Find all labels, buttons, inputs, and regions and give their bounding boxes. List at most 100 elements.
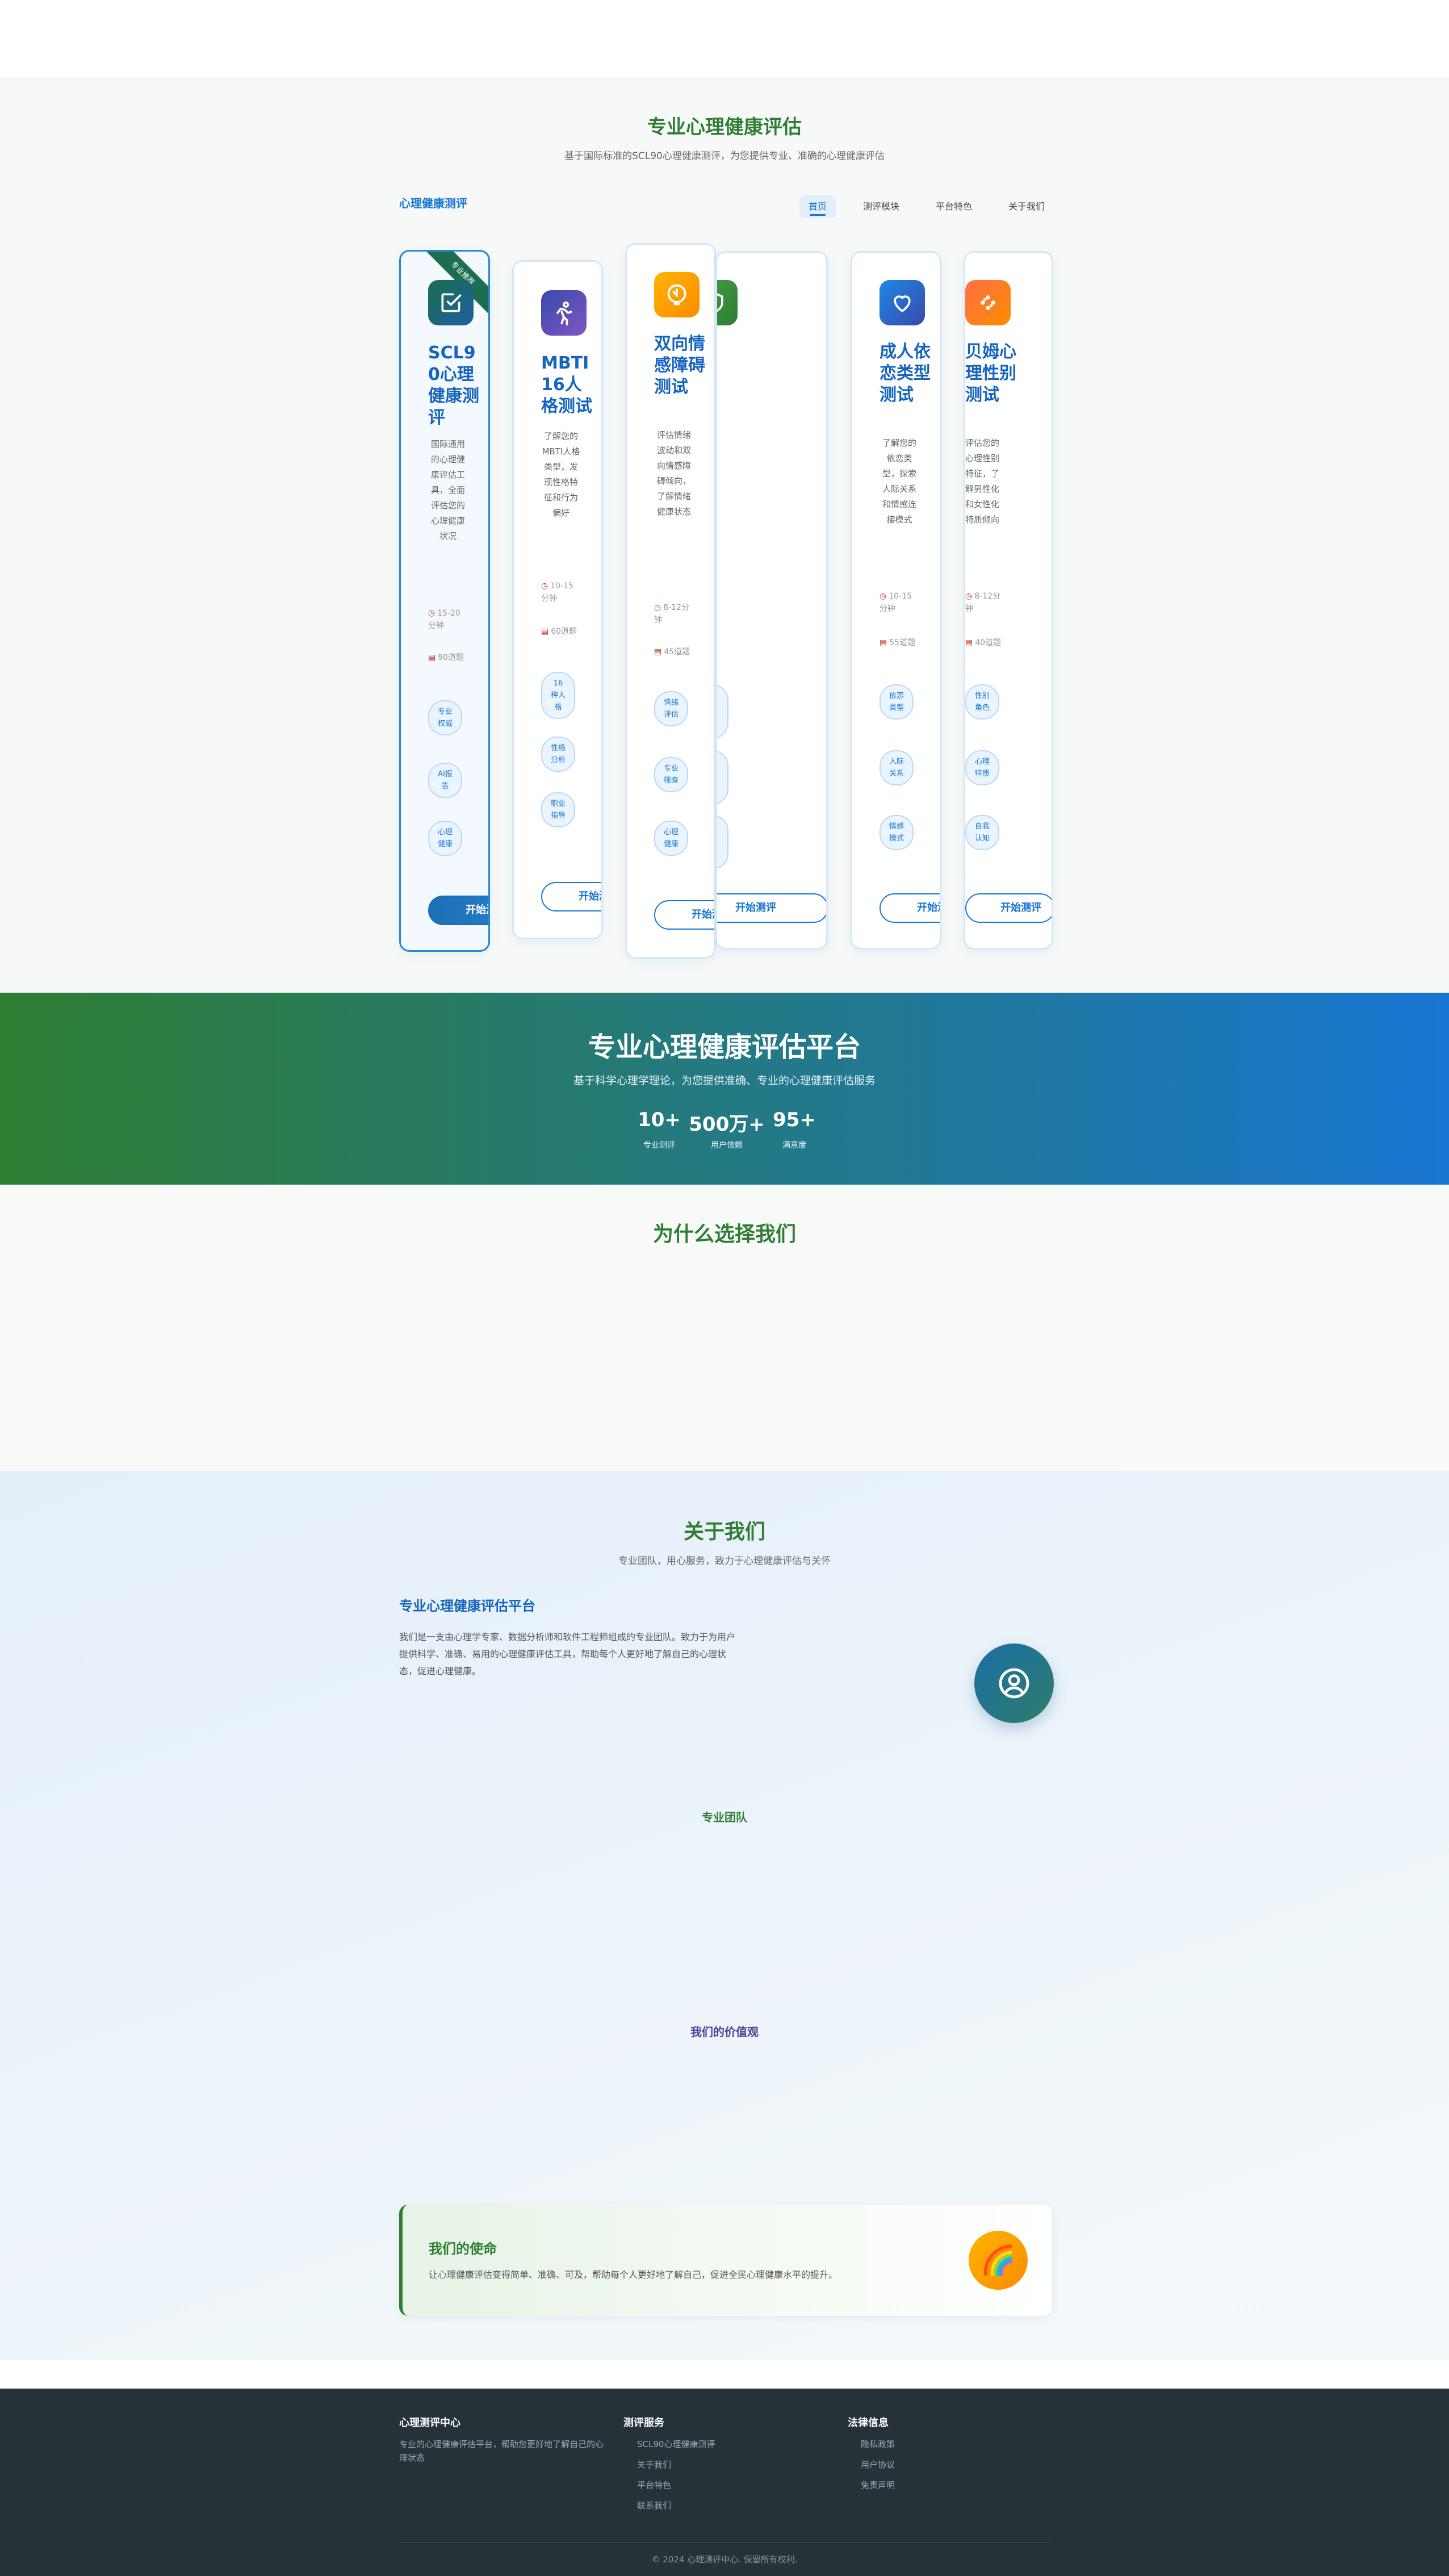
copyright: © 2024 心理测评中心. 保留所有权利.	[651, 2554, 798, 2565]
about-subtitle: 专业团队，用心服务，致力于心理健康评估与关怀	[618, 1555, 831, 1567]
card-tag: 心理健康	[654, 821, 688, 856]
clock-icon: ◷	[654, 603, 661, 612]
stat-label: 满意度	[782, 1141, 806, 1150]
clock-icon: ◷	[880, 592, 887, 601]
heart-icon	[880, 280, 925, 325]
nav-item-features[interactable]: 平台特色	[927, 195, 981, 218]
nav-item-modules[interactable]: 测评模块	[854, 195, 908, 218]
card-tag: 16种人格	[541, 672, 575, 719]
footer-link[interactable]: 隐私政策	[861, 2437, 895, 2451]
platform-banner	[0, 993, 1449, 1185]
card-title: MBTI16人格测试	[541, 353, 592, 416]
card-tag: 专业权威	[428, 700, 462, 735]
test-card-attachment[interactable]: 成人依恋类型测试 了解您的依恋类型，探索人际关系和情感连接模式 ◷ 10-15分钟…	[851, 251, 941, 950]
start-test-button[interactable]: 开始测评	[541, 882, 601, 911]
footer-link[interactable]: 用户协议	[861, 2458, 895, 2472]
banner-subtitle: 基于科学心理学理论，为您提供准确、专业的心理健康评估服务	[573, 1074, 876, 1087]
card-tag: 人际关系	[880, 750, 914, 785]
footer-brand-title: 心理测评中心	[399, 2417, 460, 2429]
sparkle-icon	[965, 280, 1011, 325]
footer-legal-title: 法律信息	[848, 2417, 889, 2429]
card-questions: ▤ 55道题	[880, 637, 919, 649]
document-icon: ▤	[880, 638, 887, 647]
footer-link[interactable]: SCL90心理健康测评	[637, 2437, 715, 2451]
test-card-bipolar[interactable]: 双向情感障碍测试 评估情绪波动和双向情感障碍倾向，了解情绪健康状态 ◷ 8-12分…	[625, 243, 716, 959]
footer-link[interactable]: 联系我们	[637, 2499, 671, 2512]
start-test-button[interactable]: 开始测评	[965, 893, 1052, 923]
start-test-button[interactable]: 开始测评	[654, 900, 714, 930]
top-spacer	[0, 0, 1449, 77]
test-card-bem[interactable]: 贝姆心理性别测试 评估您的心理性别特征，了解男性化和女性化特质倾向 ◷ 8-12分…	[964, 251, 1053, 950]
document-icon: ▤	[541, 627, 549, 636]
mission-text: 让心理健康评估变得简单、准确、可及，帮助每个人更好地了解自己，促进全民心理健康水…	[429, 2269, 838, 2280]
team-heading: 专业团队	[702, 1810, 747, 1824]
test-card-dark-personality[interactable]: 开始测评	[715, 251, 828, 950]
card-title: 成人依恋类型测试	[880, 342, 931, 405]
checkbox-icon	[428, 280, 474, 325]
why-title: 为什么选择我们	[652, 1223, 796, 1246]
card-description: 评估情绪波动和双向情感障碍倾向，了解情绪健康状态	[656, 430, 691, 517]
card-title: SCL90心理健康测评	[428, 343, 479, 428]
card-tag: 心理健康	[428, 821, 462, 856]
nav-item-home[interactable]: 首页	[799, 195, 836, 218]
questions-text: 60道题	[551, 627, 577, 636]
footer	[0, 2389, 1449, 2576]
card-questions: ▤ 90道题	[428, 651, 468, 664]
about-paragraph: 我们是一支由心理学专家、数据分析师和软件工程师组成的专业团队。致力于为用户提供科…	[399, 1632, 736, 1676]
test-card-mbti[interactable]: MBTI16人格测试 了解您的MBTI人格类型，发现性格特征和行为偏好 ◷ 10-…	[512, 260, 603, 939]
hero-subtitle: 基于国际标准的SCL90心理健康测评，为您提供专业、准确的心理健康评估	[564, 150, 885, 162]
person-running-icon	[541, 290, 587, 336]
card-tag	[717, 815, 728, 869]
card-duration: ◷ 15-20分钟	[428, 607, 468, 632]
user-circle-icon	[974, 1644, 1054, 1723]
card-tag	[717, 684, 728, 739]
card-title: 双向情感障碍测试	[654, 334, 705, 397]
card-tag: 依恋类型	[880, 684, 914, 720]
card-tag	[717, 750, 728, 805]
document-icon: ▤	[965, 638, 973, 647]
rainbow-icon: 🌈	[969, 2231, 1028, 2290]
card-tag: 性格分析	[541, 737, 575, 772]
card-tag: 自我认知	[965, 815, 999, 850]
questions-text: 45道题	[664, 647, 690, 656]
document-icon: ▤	[428, 653, 436, 662]
nav-item-about[interactable]: 关于我们	[999, 195, 1054, 218]
clock-icon: ◷	[428, 609, 435, 618]
card-duration: ◷ 8-12分钟	[654, 601, 694, 626]
start-test-button[interactable]: 开始测评	[717, 893, 826, 923]
card-tag: 职业指导	[541, 792, 575, 827]
footer-services-title: 测评服务	[623, 2417, 664, 2429]
card-tag: 情感模式	[880, 815, 914, 850]
questions-text: 40道题	[975, 638, 1002, 647]
nav-brand[interactable]: 心理健康测评	[399, 194, 467, 211]
values-heading: 我们的价值观	[690, 2025, 759, 2039]
brain-icon	[654, 272, 700, 317]
questions-text: 90道题	[438, 653, 464, 662]
start-test-button[interactable]: 开始测评	[428, 896, 488, 925]
card-description: 国际通用的心理健康评估工具，全面评估您的心理健康状况	[430, 439, 465, 541]
card-description: 评估您的心理性别特征，了解男性化和女性化特质倾向	[965, 438, 1000, 525]
footer-link[interactable]: 平台特色	[637, 2478, 671, 2492]
card-tag: 情绪评估	[654, 691, 688, 726]
stat-value: 95+	[773, 1109, 816, 1131]
banner-title: 专业心理健康评估平台	[588, 1031, 861, 1063]
card-duration: ◷ 10-15分钟	[541, 580, 581, 605]
footer-link[interactable]: 免责声明	[861, 2478, 895, 2492]
card-questions: ▤ 40道题	[965, 637, 1005, 649]
card-questions: ▤ 45道题	[654, 646, 694, 658]
start-test-button[interactable]: 开始测评	[880, 893, 940, 923]
footer-link[interactable]: 关于我们	[637, 2458, 671, 2472]
clock-icon: ◷	[965, 592, 973, 601]
card-tag: 性别角色	[965, 684, 999, 720]
clock-icon: ◷	[541, 582, 548, 591]
card-duration: ◷ 10-15分钟	[880, 590, 919, 615]
card-questions: ▤ 60道题	[541, 625, 581, 638]
about-heading: 专业心理健康评估平台	[399, 1598, 535, 1614]
card-tag: AI报告	[428, 763, 462, 798]
mission-card	[399, 2205, 1052, 2316]
card-tag: 专业筛查	[654, 757, 688, 792]
card-description: 了解您的依恋类型，探索人际关系和情感连接模式	[882, 438, 916, 525]
about-title: 关于我们	[683, 1520, 765, 1544]
test-card-scl90[interactable]: 专业推荐 SCL90心理健康测评 国际通用的心理健康评估工具，全面评估您的心理健…	[399, 250, 490, 952]
mission-heading: 我们的使命	[429, 2241, 497, 2257]
